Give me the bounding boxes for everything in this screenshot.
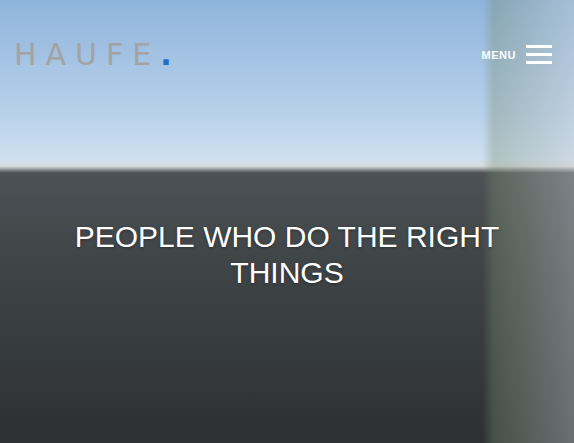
menu-label: MENU: [482, 49, 516, 61]
menu-button[interactable]: MENU: [478, 41, 556, 68]
site-header: HAUFE. MENU: [0, 0, 574, 71]
hero-content: PEOPLE WHO DO THE RIGHT THINGS: [0, 219, 574, 291]
hero-headline: PEOPLE WHO DO THE RIGHT THINGS: [42, 219, 532, 291]
hamburger-icon: [526, 45, 552, 64]
hero-photo: HAUFE. MENU PEOPLE WHO DO THE RIGHT THINGS: [0, 0, 574, 443]
logo[interactable]: HAUFE.: [14, 38, 172, 71]
logo-mark: .: [160, 38, 171, 71]
